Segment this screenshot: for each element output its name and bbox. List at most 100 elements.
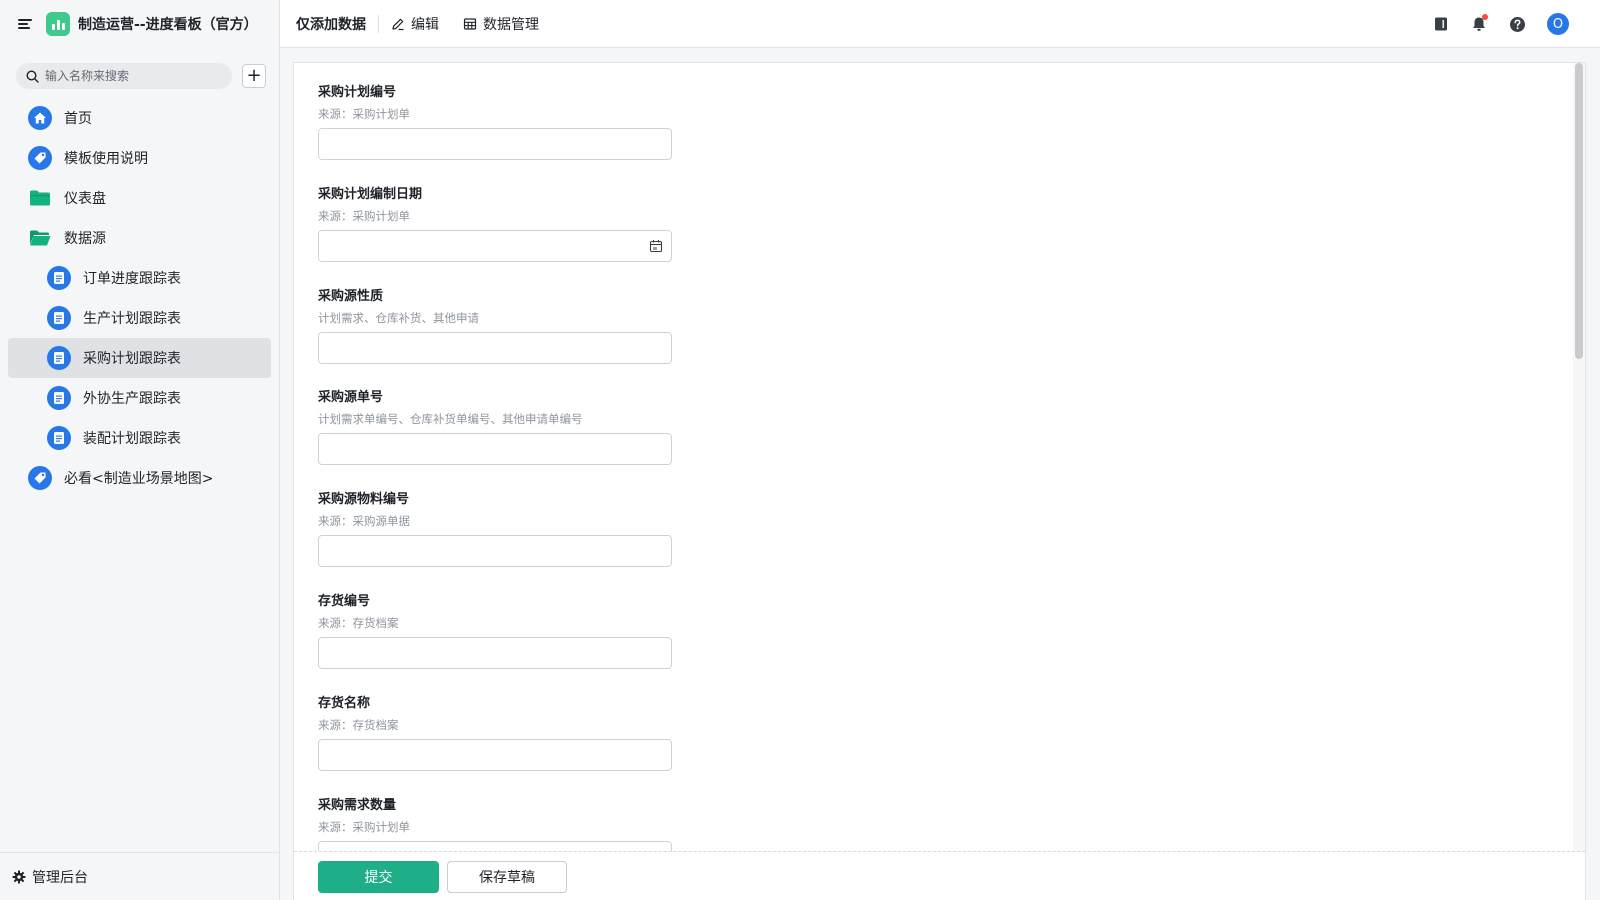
bell-icon[interactable] (1469, 14, 1489, 34)
table-icon (463, 17, 477, 30)
field-label: 采购计划编号 (318, 85, 397, 100)
field-purchase-source-type: 采购源性质 计划需求、仓库补货、其他申请 (318, 287, 678, 364)
field-input-box (318, 535, 672, 567)
field-label: 存货名称 (318, 696, 371, 711)
purchase-source-type-input[interactable] (319, 333, 671, 363)
purchase-source-no-input[interactable] (319, 434, 671, 464)
sidebar-item-label: 外协生产跟踪表 (83, 391, 181, 407)
edit-label: 编辑 (411, 16, 439, 33)
notebook-icon[interactable] (1431, 14, 1451, 34)
field-purchase-demand-qty: 采购需求数量 来源：采购计划单 (318, 796, 678, 851)
tag-icon (28, 146, 52, 170)
sidebar-item-template-guide[interactable]: 模板使用说明 (8, 138, 271, 178)
search-box (16, 63, 232, 89)
field-input-box (318, 841, 672, 851)
field-purchase-plan-no: 采购计划编号 来源：采购计划单 (318, 83, 678, 160)
notification-dot (1482, 14, 1488, 20)
data-manage-label: 数据管理 (483, 16, 539, 33)
topbar-actions: O (1431, 0, 1600, 48)
data-manage-button[interactable]: 数据管理 (463, 14, 539, 34)
field-help: 来源：采购计划单 (318, 820, 410, 834)
form-icon (47, 346, 71, 370)
field-inventory-no: 存货编号 来源：存货档案 (318, 592, 678, 669)
field-input-box (318, 739, 672, 771)
plus-icon: + (246, 65, 262, 86)
folder-open-icon (28, 226, 52, 250)
submit-button[interactable]: 提交 (318, 860, 439, 893)
topbar: 仅添加数据 编辑 数据管理 O (280, 0, 1600, 48)
app-logo-icon (46, 12, 70, 36)
sidebar-item-label: 订单进度跟踪表 (83, 271, 181, 287)
field-help: 来源：采购源单据 (318, 514, 410, 528)
field-input-box (318, 433, 672, 465)
calendar-icon[interactable] (649, 239, 663, 253)
sidebar-item-label: 数据源 (64, 231, 106, 247)
field-input-box (318, 332, 672, 364)
field-purchase-source-no: 采购源单号 计划需求单编号、仓库补货单编号、其他申请单编号 (318, 388, 678, 465)
field-label: 采购计划编制日期 (318, 187, 423, 202)
field-label: 采购需求数量 (318, 798, 397, 813)
sidebar-item-datasource[interactable]: 数据源 (8, 218, 271, 258)
sidebar: 制造运营--进度看板（官方） + 首页 模板使用说明 仪表盘 (0, 0, 280, 900)
sidebar-item-production-plan[interactable]: 生产计划跟踪表 (8, 298, 271, 338)
gear-icon (12, 870, 26, 883)
field-help: 来源：采购计划单 (318, 107, 410, 121)
field-inventory-name: 存货名称 来源：存货档案 (318, 694, 678, 771)
purchase-demand-qty-input[interactable] (319, 842, 671, 851)
divider (378, 14, 379, 33)
sidebar-item-scenario-map[interactable]: 必看<制造业场景地图> (8, 458, 271, 498)
help-icon[interactable] (1507, 14, 1527, 34)
field-input-box (318, 128, 672, 160)
sidebar-item-dashboard[interactable]: 仪表盘 (8, 178, 271, 218)
folder-icon (28, 186, 52, 210)
purchase-plan-date-input[interactable] (319, 231, 671, 261)
admin-console-label: 管理后台 (32, 869, 88, 886)
sidebar-item-order-progress[interactable]: 订单进度跟踪表 (8, 258, 271, 298)
form-container: 采购计划编号 来源：采购计划单 采购计划编制日期 来源：采购计划单 采购源性质 … (293, 62, 1586, 900)
field-purchase-plan-date: 采购计划编制日期 来源：采购计划单 (318, 185, 678, 262)
sidebar-item-label: 生产计划跟踪表 (83, 311, 181, 327)
sidebar-item-assembly-plan[interactable]: 装配计划跟踪表 (8, 418, 271, 458)
search-icon (26, 69, 39, 83)
form-fields: 采购计划编号 来源：采购计划单 采购计划编制日期 来源：采购计划单 采购源性质 … (294, 63, 1554, 851)
form-icon (47, 306, 71, 330)
field-label: 存货编号 (318, 594, 371, 609)
field-purchase-source-material-no: 采购源物料编号 来源：采购源单据 (318, 490, 678, 567)
scrollbar-thumb[interactable] (1575, 63, 1583, 359)
edit-button[interactable]: 编辑 (391, 14, 439, 34)
sidebar-item-label: 采购计划跟踪表 (83, 351, 181, 367)
field-input-box (318, 637, 672, 669)
app-title: 制造运营--进度看板（官方） (78, 17, 258, 33)
sidebar-item-outsourcing[interactable]: 外协生产跟踪表 (8, 378, 271, 418)
inventory-no-input[interactable] (319, 638, 671, 668)
sidebar-item-home[interactable]: 首页 (8, 98, 271, 138)
form-icon (47, 386, 71, 410)
sidebar-header: 制造运营--进度看板（官方） (0, 0, 279, 48)
field-help: 计划需求、仓库补货、其他申请 (318, 311, 479, 325)
field-help: 来源：采购计划单 (318, 209, 410, 223)
add-button[interactable]: + (242, 64, 266, 88)
field-label: 采购源性质 (318, 289, 384, 304)
field-label: 采购源物料编号 (318, 492, 410, 507)
pencil-icon (392, 18, 404, 30)
sidebar-nav: 首页 模板使用说明 仪表盘 数据源 订单进度跟踪表 生产计划跟踪表 采购计划跟踪… (0, 98, 279, 498)
menu-icon[interactable] (18, 17, 32, 31)
sidebar-item-label: 模板使用说明 (64, 151, 148, 167)
sidebar-item-purchase-plan[interactable]: 采购计划跟踪表 (8, 338, 271, 378)
sidebar-item-label: 仪表盘 (64, 191, 106, 207)
sidebar-item-label: 必看<制造业场景地图> (64, 471, 214, 487)
form-icon (47, 426, 71, 450)
avatar[interactable]: O (1547, 13, 1569, 35)
search-input[interactable] (45, 69, 225, 83)
field-label: 采购源单号 (318, 390, 384, 405)
form-actions: 提交 保存草稿 (294, 851, 1585, 900)
home-icon (28, 106, 52, 130)
purchase-source-material-no-input[interactable] (319, 536, 671, 566)
field-help: 计划需求单编号、仓库补货单编号、其他申请单编号 (318, 412, 583, 426)
search-row: + (0, 48, 279, 94)
purchase-plan-no-input[interactable] (319, 129, 671, 159)
sidebar-item-label: 首页 (64, 111, 92, 127)
admin-console-link[interactable]: 管理后台 (0, 852, 279, 900)
inventory-name-input[interactable] (319, 740, 671, 770)
save-draft-button[interactable]: 保存草稿 (447, 860, 567, 893)
